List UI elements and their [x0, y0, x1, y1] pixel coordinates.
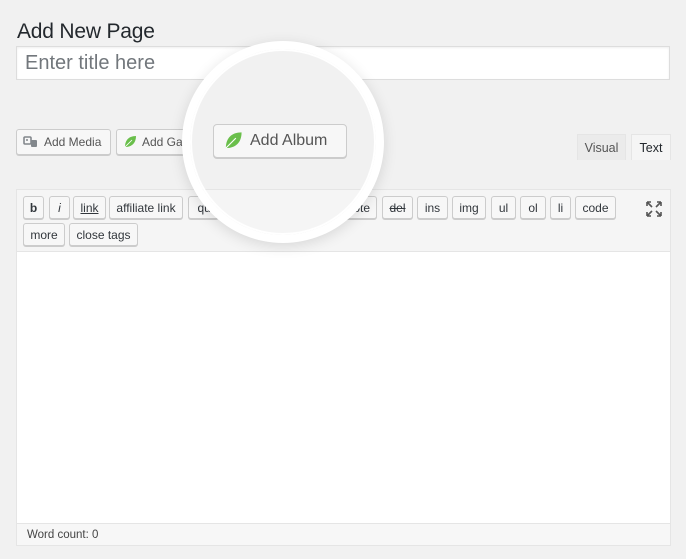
tab-text[interactable]: Text: [631, 134, 671, 160]
add-media-label: Add Media: [44, 135, 102, 149]
qt-link-button[interactable]: link: [73, 196, 106, 219]
qt-code-button[interactable]: code: [575, 196, 616, 219]
qt-ol-button[interactable]: ol: [520, 196, 546, 219]
qt-affiliate-link-button[interactable]: affiliate link: [109, 196, 183, 219]
tab-visual[interactable]: Visual: [577, 134, 626, 160]
magnifier-callout: Add Album: [190, 49, 376, 235]
qt-ins-button[interactable]: ins: [417, 196, 448, 219]
magnifier-ring: [190, 49, 376, 235]
qt-li-button[interactable]: li: [550, 196, 571, 219]
page-title: Add New Page: [17, 20, 155, 44]
media-icon: [23, 136, 37, 147]
qt-bold-button[interactable]: b: [23, 196, 44, 219]
qt-italic-button[interactable]: i: [49, 196, 70, 219]
qt-more-button[interactable]: more: [23, 223, 65, 246]
leaf-icon: [124, 136, 136, 148]
content-textarea[interactable]: [17, 252, 670, 522]
word-count: Word count: 0: [17, 523, 670, 545]
add-media-button[interactable]: Add Media: [16, 129, 111, 155]
qt-ul-button[interactable]: ul: [491, 196, 516, 219]
editor: b i link affiliate link quote b-quote de…: [16, 189, 671, 546]
qt-del-button[interactable]: del: [382, 196, 413, 219]
fullscreen-icon[interactable]: [644, 199, 664, 219]
qt-img-button[interactable]: img: [452, 196, 486, 219]
qt-close-tags-button[interactable]: close tags: [69, 223, 138, 246]
